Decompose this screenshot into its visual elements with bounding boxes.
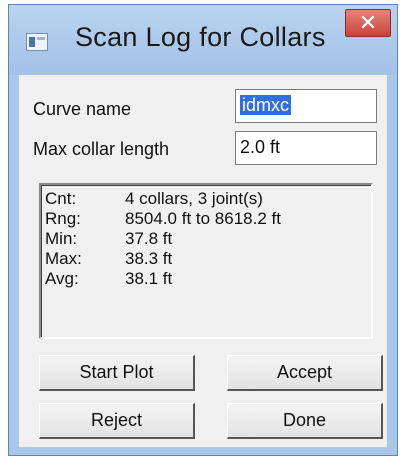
stat-row-range: Rng: 8504.0 ft to 8618.2 ft [45, 209, 281, 229]
accept-button[interactable]: Accept [227, 355, 383, 391]
scan-log-dialog: Scan Log for Collars ✕ Curve name idmxc … [8, 4, 398, 456]
title-bar[interactable]: Scan Log for Collars ✕ [9, 5, 397, 75]
stat-key: Rng: [45, 209, 81, 228]
window-title: Scan Log for Collars [75, 22, 326, 52]
done-button[interactable]: Done [227, 403, 383, 439]
stat-row-max: Max: 38.3 ft [45, 249, 172, 269]
app-window-icon [26, 33, 48, 51]
stat-value: 8504.0 ft to 8618.2 ft [125, 209, 281, 228]
dialog-body: Curve name idmxc Max collar length 2.0 f… [19, 75, 387, 447]
stat-value: 38.1 ft [125, 269, 173, 288]
reject-button[interactable]: Reject [39, 403, 195, 439]
stat-row-min: Min: 37.8 ft [45, 229, 172, 249]
stat-key: Max: [45, 249, 82, 268]
curve-name-label: Curve name [33, 99, 132, 119]
close-button[interactable]: ✕ [345, 9, 391, 37]
stat-value: 4 collars, 3 joint(s) [125, 189, 263, 208]
stat-key: Avg: [45, 269, 79, 288]
stat-row-avg: Avg: 38.1 ft [45, 269, 172, 289]
curve-name-input[interactable]: idmxc [235, 89, 377, 123]
stat-key: Min: [45, 229, 78, 248]
start-plot-button[interactable]: Start Plot [39, 355, 195, 391]
stat-key: Cnt: [45, 189, 77, 208]
stat-value: 38.3 ft [125, 249, 173, 268]
stat-row-count: Cnt: 4 collars, 3 joint(s) [45, 189, 263, 209]
max-collar-length-input[interactable]: 2.0 ft [235, 131, 377, 165]
scan-statistics-panel: Cnt: 4 collars, 3 joint(s) Rng: 8504.0 ft … [39, 183, 373, 339]
curve-name-value: idmxc [240, 95, 292, 115]
stat-value: 37.8 ft [125, 229, 173, 248]
max-collar-length-label: Max collar length [33, 139, 170, 159]
